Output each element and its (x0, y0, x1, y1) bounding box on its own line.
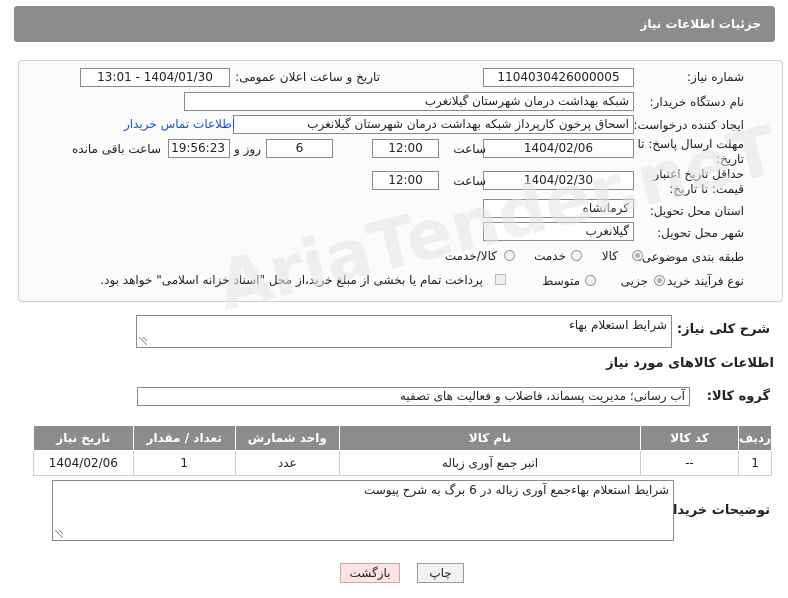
cell-goods-code: -- (640, 450, 740, 476)
announce-date-label: تاریخ و ساعت اعلان عمومی: (235, 70, 380, 84)
days-remaining-field[interactable]: 6 (266, 139, 333, 158)
col-goods-name: نام کالا (338, 425, 642, 451)
category-option-goods: کالا (601, 249, 618, 263)
category-radio-goods-service[interactable] (504, 250, 515, 261)
buyer-contact-link[interactable]: اطلاعات تماس خریدار (124, 117, 235, 131)
price-validity-time-field[interactable]: 12:00 (372, 171, 439, 190)
need-description-label: شرح کلی نیاز: (676, 322, 770, 337)
cell-goods-name: انبر جمع آوری زباله (338, 450, 642, 476)
announce-date-field[interactable]: 1404/01/30 - 13:01 (80, 68, 230, 87)
remaining-time-label: ساعت باقی مانده (71, 142, 161, 156)
col-goods-code: کد کالا (640, 425, 740, 451)
deadline-label: مهلت ارسال پاسخ: تا تاریخ: (637, 137, 744, 166)
goods-table: ردیف کد کالا نام کالا واحد شمارش تعداد /… (33, 425, 772, 476)
treasury-payment-checkbox[interactable] (495, 274, 506, 285)
province-field[interactable]: کرمانشاه (483, 199, 634, 218)
cell-unit: عدد (234, 450, 340, 476)
creator-label: ایجاد کننده درخواست: (633, 118, 744, 132)
back-button[interactable]: بازگشت (340, 563, 400, 583)
print-button[interactable]: چاپ (417, 563, 464, 583)
price-validity-label: حداقل تاریخ اعتبار قیمت: تا تاریخ: (653, 167, 744, 196)
category-label: طبقه بندی موضوعی: (637, 250, 744, 264)
buyer-notes-label: توضیحات خریدار: (660, 503, 770, 518)
days-label: روز و (234, 142, 261, 156)
cell-row-number: 1 (738, 450, 772, 476)
goods-section-title: اطلاعات کالاهای مورد نیاز (606, 356, 774, 371)
need-number-label: شماره نیاز: (687, 70, 744, 84)
goods-table-header: ردیف کد کالا نام کالا واحد شمارش تعداد /… (33, 425, 772, 451)
price-validity-date-field[interactable]: 1404/02/30 (483, 171, 634, 190)
col-row-number: ردیف (738, 425, 772, 451)
cell-need-date: 1404/02/06 (33, 450, 134, 476)
category-radio-goods[interactable] (632, 250, 643, 261)
buyer-org-field[interactable]: شبکه بهداشت درمان شهرستان گیلانغرب (184, 92, 634, 111)
page-title: جزئیات اطلاعات نیاز (640, 17, 761, 31)
city-field[interactable]: گیلانغرب (483, 222, 634, 241)
buyer-org-label: نام دستگاه خریدار: (649, 95, 745, 109)
price-validity-time-label: ساعت (453, 174, 486, 188)
col-unit: واحد شمارش (234, 425, 340, 451)
buyer-notes-text: شرایط استعلام بهاءجمع آوری زباله در 6 بر… (363, 483, 669, 497)
category-option-goods-service: کالا/خدمت (444, 249, 497, 263)
city-label: شهر محل تحویل: (657, 226, 744, 240)
col-quantity: تعداد / مقدار (132, 425, 236, 451)
category-option-service: خدمت (534, 249, 566, 263)
deadline-date-field[interactable]: 1404/02/06 (483, 139, 634, 158)
cell-quantity: 1 (132, 450, 236, 476)
col-need-date: تاریخ نیاز (33, 425, 134, 451)
need-description-text: شرایط استعلام بهاء (569, 318, 667, 332)
deadline-time-label: ساعت (453, 142, 486, 156)
treasury-payment-note: پرداخت تمام یا بخشی از مبلغ خرید،از محل … (100, 273, 483, 287)
category-radio-service[interactable] (571, 250, 582, 261)
deadline-time-field[interactable]: 12:00 (372, 139, 439, 158)
remaining-time-field[interactable]: 19:56:23 (168, 139, 230, 158)
process-option-minor: جزیی (620, 274, 648, 288)
goods-group-field[interactable]: آب رسانی؛ مدیریت پسماند، فاضلاب و فعالیت… (137, 387, 690, 406)
goods-group-label: گروه کالا: (706, 389, 770, 404)
buyer-notes-field[interactable]: شرایط استعلام بهاءجمع آوری زباله در 6 بر… (52, 480, 674, 541)
need-description-field[interactable]: شرایط استعلام بهاء (136, 315, 672, 348)
creator-field[interactable]: اسحاق پرخون کارپرداز شبکه بهداشت درمان ش… (233, 115, 634, 134)
resize-grip-icon[interactable] (139, 337, 147, 345)
resize-grip-icon[interactable] (55, 530, 63, 538)
process-type-label: نوع فرآیند خرید : (659, 274, 744, 288)
table-row[interactable]: 1 -- انبر جمع آوری زباله عدد 1 1404/02/0… (33, 450, 772, 476)
need-number-field[interactable]: 1104030426000005 (483, 68, 634, 87)
province-label: استان محل تحویل: (649, 204, 744, 218)
process-option-medium: متوسط (542, 274, 580, 288)
page-header: جزئیات اطلاعات نیاز (14, 6, 775, 42)
process-radio-medium[interactable] (585, 275, 596, 286)
process-radio-minor[interactable] (654, 275, 665, 286)
